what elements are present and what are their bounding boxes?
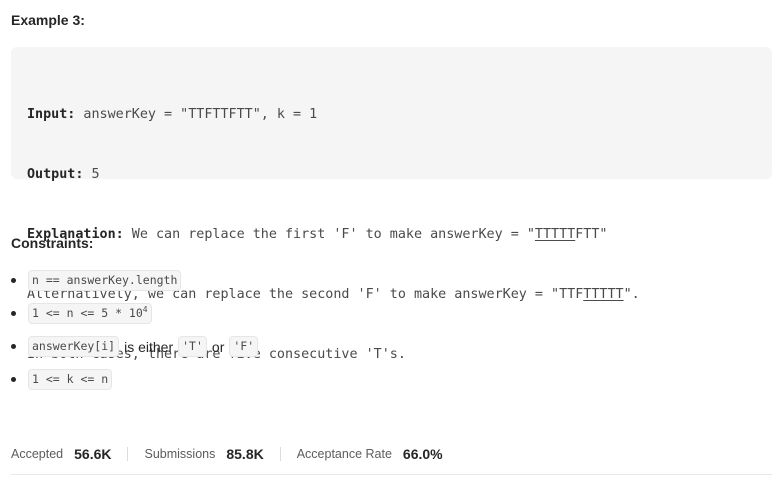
explanation-text-start: We can replace the first 'F' to make ans… [123, 227, 535, 242]
constraint-item: 1 <= k <= n [0, 363, 774, 396]
submission-stats: Accepted 56.6K Submissions 85.8K Accepta… [11, 444, 443, 464]
submissions-value: 85.8K [226, 446, 264, 462]
input-value: answerKey = "TTFTTFTT", k = 1 [75, 107, 318, 122]
constraint-code: 'F' [229, 336, 259, 357]
constraint-code: 'T' [178, 336, 207, 357]
constraint-code: n == answerKey.length [28, 270, 182, 291]
accepted-label: Accepted [11, 447, 64, 461]
stat-divider [127, 447, 129, 461]
constraints-list: n == answerKey.length 1 <= n <= 5 * 104 … [0, 264, 774, 396]
bullet-icon [11, 278, 16, 283]
constraint-code: 1 <= n <= 5 * 104 [28, 303, 152, 324]
submissions-stat: Submissions 85.8K [144, 446, 263, 462]
section-divider [11, 474, 772, 475]
example-code-block: Input: answerKey = "TTFTTFTT", k = 1 Out… [11, 47, 772, 362]
acceptance-rate-value: 66.0% [402, 446, 443, 462]
bullet-icon [11, 377, 16, 382]
constraint-item: answerKey[i] is either 'T' or 'F' [0, 330, 774, 363]
example-input-line: Input: answerKey = "TTFTTFTT", k = 1 [27, 105, 756, 125]
stat-divider [279, 447, 281, 461]
exponent: 4 [142, 305, 148, 315]
output-label: Output: [27, 167, 84, 182]
bullet-icon [11, 344, 16, 349]
bullet-icon [11, 311, 16, 316]
constraint-code: 1 <= k <= n [28, 369, 113, 390]
output-value: 5 [83, 167, 100, 182]
acceptance-rate-label: Acceptance Rate [296, 447, 392, 461]
accepted-stat: Accepted 56.6K [11, 446, 111, 462]
explanation-text-end: FTT" [575, 227, 608, 242]
acceptance-rate-stat: Acceptance Rate 66.0% [297, 446, 443, 462]
example-explanation-line: Explanation: We can replace the first 'F… [27, 225, 756, 245]
example-heading: Example 3: [11, 12, 85, 28]
constraint-item: 1 <= n <= 5 * 104 [0, 297, 774, 330]
constraint-text: or [211, 338, 225, 355]
constraints-heading: Constraints: [11, 235, 94, 251]
constraint-item: n == answerKey.length [0, 264, 774, 297]
example-output-line: Output: 5 [27, 165, 756, 185]
constraint-text: is either [124, 338, 174, 355]
constraint-code-text: 1 <= n <= 5 * 10 [32, 306, 143, 320]
accepted-value: 56.6K [74, 446, 112, 462]
submissions-label: Submissions [144, 447, 216, 461]
constraint-code: answerKey[i] [28, 336, 120, 357]
explanation-underlined: TTTTT [534, 227, 576, 242]
input-label: Input: [27, 107, 76, 122]
